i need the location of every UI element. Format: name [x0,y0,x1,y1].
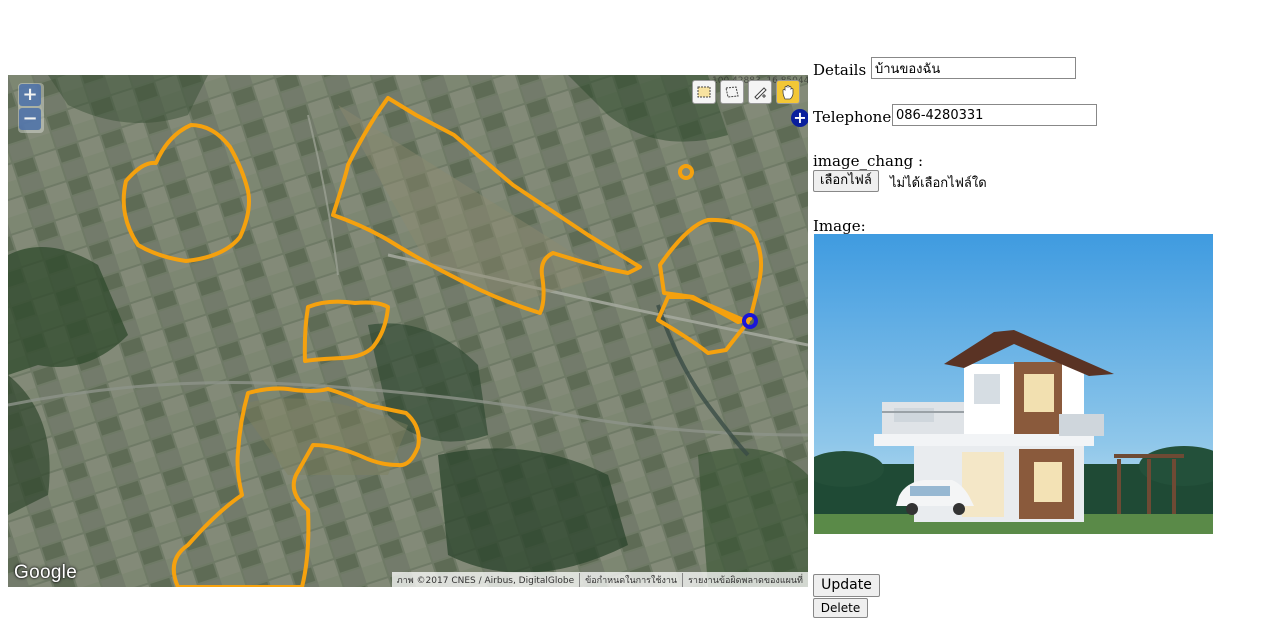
add-point-icon[interactable]: + [791,109,808,127]
satellite-imagery[interactable] [8,75,808,587]
telephone-input[interactable] [892,104,1097,126]
zoom-control: + − [18,83,44,133]
house-photo [814,234,1213,534]
details-input[interactable] [871,57,1076,79]
map-attribution: ภาพ ©2017 CNES / Airbus, DigitalGlobe ข้… [391,572,808,587]
telephone-label: Telephone : [813,108,902,126]
update-button[interactable]: Update [813,574,880,597]
polygon-tool-icon[interactable] [720,80,744,104]
image-change-label: image_chang : [813,152,924,170]
no-file-selected-text: ไม่ได้เลือกไฟล์ใด [890,176,987,191]
edit-pencil-icon[interactable] [748,80,772,104]
terms-link[interactable]: ข้อกำหนดในการใช้งาน [579,572,682,587]
delete-button[interactable]: Delete [813,598,868,618]
imagery-attribution: ภาพ ©2017 CNES / Airbus, DigitalGlobe [396,575,575,586]
choose-file-button[interactable]: เลือกไฟล์ [813,170,879,192]
rectangle-tool-icon[interactable] [692,80,716,104]
map-view[interactable]: + − 100.42883, 16.85044 + Google ภาพ ©20… [8,75,808,587]
drawing-toolbar [692,80,800,104]
zoom-out-button[interactable]: − [19,108,41,130]
zoom-in-button[interactable]: + [19,84,41,106]
hand-pan-icon[interactable] [776,80,800,104]
image-label: Image: [813,217,866,235]
details-label: Details : [813,61,876,79]
google-logo: Google [14,562,78,583]
report-error-link[interactable]: รายงานข้อผิดพลาดของแผนที่ [682,572,808,587]
